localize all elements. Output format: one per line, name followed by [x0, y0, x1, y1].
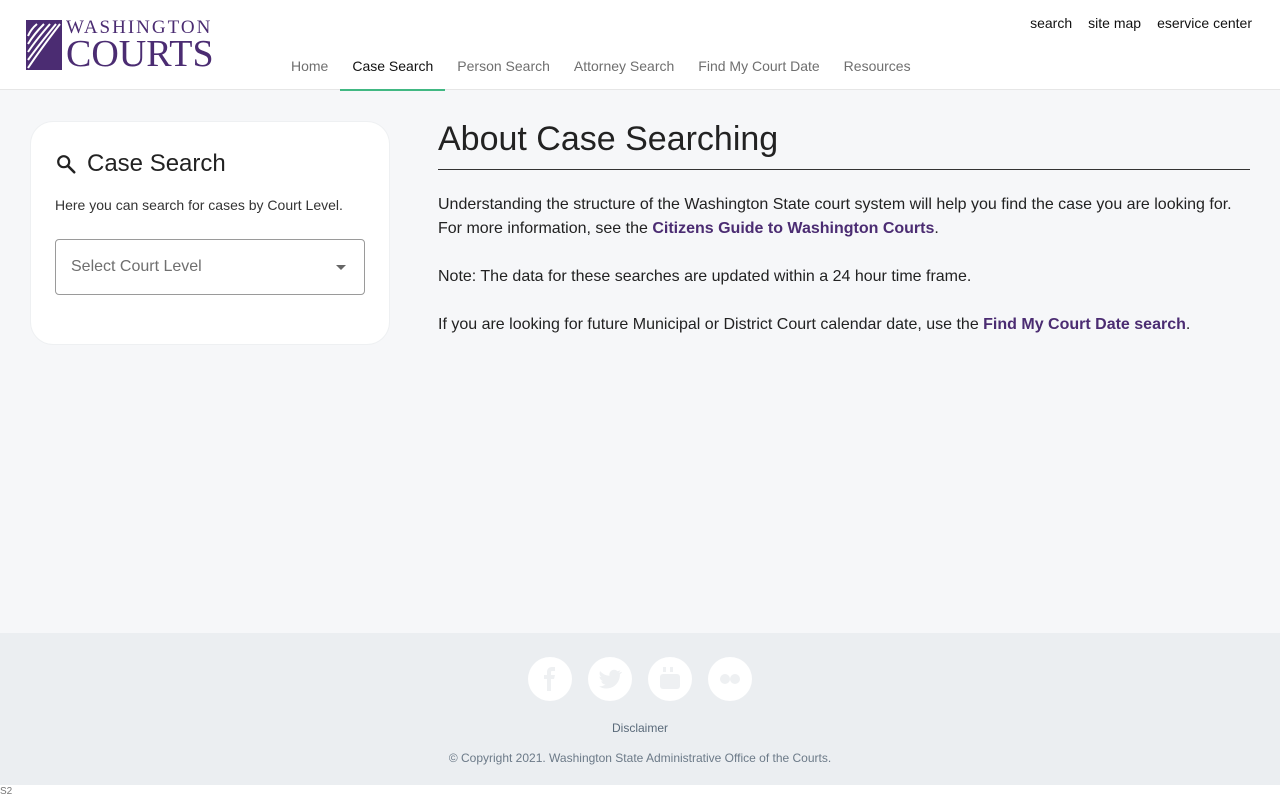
courts-emblem-icon: [26, 20, 62, 70]
logo-text-bottom: COURTS: [66, 32, 214, 75]
util-link-site-map[interactable]: site map: [1088, 15, 1141, 31]
nav-attorney-search[interactable]: Attorney Search: [562, 44, 686, 91]
note-paragraph: Note: The data for these searches are up…: [438, 268, 972, 285]
facebook-icon[interactable]: [528, 657, 572, 701]
court-date-paragraph: If you are looking for future Municipal …: [438, 316, 1191, 333]
case-search-title-text: Case Search: [87, 150, 226, 177]
site-footer: Disclaimer © Copyright 2021. Washington …: [0, 633, 1280, 785]
washington-courts-logo[interactable]: WASHINGTON COURTS: [26, 18, 221, 75]
nav-find-my-court-date[interactable]: Find My Court Date: [686, 44, 831, 91]
court-level-placeholder: Select Court Level: [71, 258, 202, 275]
case-search-title: Case Search: [55, 150, 226, 178]
bottom-bar: S2: [0, 785, 1280, 800]
page-title: About Case Searching: [438, 120, 1250, 170]
main-content: About Case Searching Understanding the s…: [438, 120, 1250, 337]
nav-person-search[interactable]: Person Search: [445, 44, 562, 91]
nav-case-search[interactable]: Case Search: [340, 44, 446, 91]
flickr-icon[interactable]: [708, 657, 752, 701]
find-my-court-date-link[interactable]: Find My Court Date search: [983, 316, 1186, 333]
util-link-search[interactable]: search: [1030, 15, 1072, 31]
social-links: [528, 657, 752, 701]
site-header: WASHINGTON COURTS search site map eservi…: [0, 0, 1280, 91]
case-search-card: Case Search Here you can search for case…: [31, 122, 389, 344]
nav-resources[interactable]: Resources: [832, 44, 923, 91]
court-level-select[interactable]: Select Court Level: [55, 239, 365, 295]
utility-links: search site map eservice center: [1030, 15, 1252, 31]
main-nav: Home Case Search Person Search Attorney …: [279, 44, 923, 91]
search-icon: [57, 155, 76, 174]
chevron-down-icon: [336, 265, 346, 270]
youtube-icon[interactable]: [648, 657, 692, 701]
twitter-icon[interactable]: [588, 657, 632, 701]
citizens-guide-link[interactable]: Citizens Guide to Washington Courts: [652, 220, 934, 237]
case-search-description: Here you can search for cases by Court L…: [55, 197, 343, 213]
intro-paragraph: Understanding the structure of the Washi…: [438, 196, 1232, 237]
copyright-text: © Copyright 2021. Washington State Admin…: [448, 751, 832, 765]
disclaimer-link[interactable]: Disclaimer: [0, 721, 1280, 735]
util-link-eservice-center[interactable]: eservice center: [1157, 15, 1252, 31]
status-tag: S2: [0, 786, 13, 797]
nav-home[interactable]: Home: [279, 44, 340, 91]
